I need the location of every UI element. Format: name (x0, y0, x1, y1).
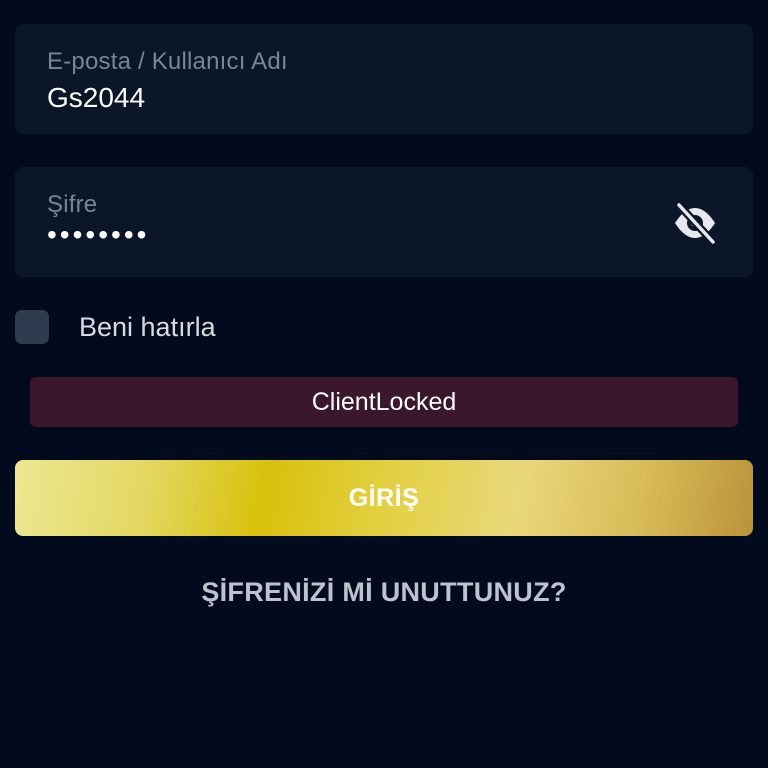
username-label: E-posta / Kullanıcı Adı (47, 48, 288, 75)
remember-me-label: Beni hatırla (79, 311, 216, 342)
remember-me-checkbox[interactable] (15, 310, 49, 344)
eye-off-icon[interactable] (673, 201, 717, 246)
username-field[interactable]: E-posta / Kullanıcı Adı (15, 24, 753, 134)
forgot-password-link[interactable]: ŞİFRENİZİ Mİ UNUTTUNUZ? (0, 577, 768, 608)
password-field[interactable]: Şifre •••••••• (15, 167, 753, 277)
username-input[interactable] (47, 82, 647, 114)
login-button[interactable]: GİRİŞ (15, 460, 753, 536)
remember-me[interactable]: Beni hatırla (15, 309, 216, 345)
error-banner: ClientLocked (30, 377, 738, 427)
password-input[interactable]: •••••••• (47, 219, 647, 251)
password-label: Şifre (47, 191, 98, 218)
